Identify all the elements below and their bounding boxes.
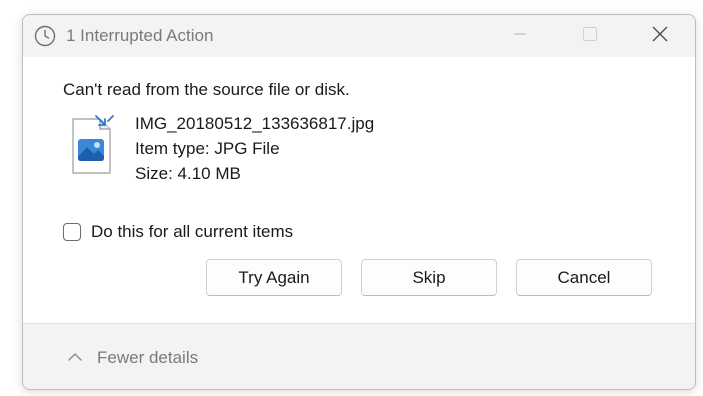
chevron-up-icon	[67, 349, 83, 367]
close-icon	[652, 26, 668, 47]
apply-to-all-checkbox[interactable]	[63, 223, 81, 241]
apply-to-all-row[interactable]: Do this for all current items	[63, 221, 293, 243]
clock-icon	[34, 25, 56, 47]
file-size: Size: 4.10 MB	[135, 164, 241, 183]
maximize-button[interactable]	[567, 15, 613, 57]
error-message: Can't read from the source file or disk.	[63, 80, 350, 99]
try-again-button[interactable]: Try Again	[206, 259, 342, 296]
maximize-icon	[583, 26, 597, 46]
image-file-icon	[70, 113, 114, 177]
cancel-button[interactable]: Cancel	[516, 259, 652, 296]
file-name: IMG_20180512_133636817.jpg	[135, 114, 375, 133]
close-button[interactable]	[637, 15, 683, 57]
details-footer: Fewer details	[23, 323, 695, 389]
title-bar[interactable]: 1 Interrupted Action	[23, 15, 695, 57]
minimize-button[interactable]	[497, 15, 543, 57]
interrupted-action-dialog: 1 Interrupted Action Can't read from the…	[22, 14, 696, 390]
minimize-icon	[513, 27, 527, 46]
skip-button[interactable]: Skip	[361, 259, 497, 296]
file-type: Item type: JPG File	[135, 139, 280, 158]
fewer-details-label[interactable]: Fewer details	[97, 348, 198, 368]
apply-to-all-label[interactable]: Do this for all current items	[91, 222, 293, 242]
fewer-details-toggle[interactable]: Fewer details	[67, 348, 198, 368]
window-title: 1 Interrupted Action	[66, 26, 214, 45]
